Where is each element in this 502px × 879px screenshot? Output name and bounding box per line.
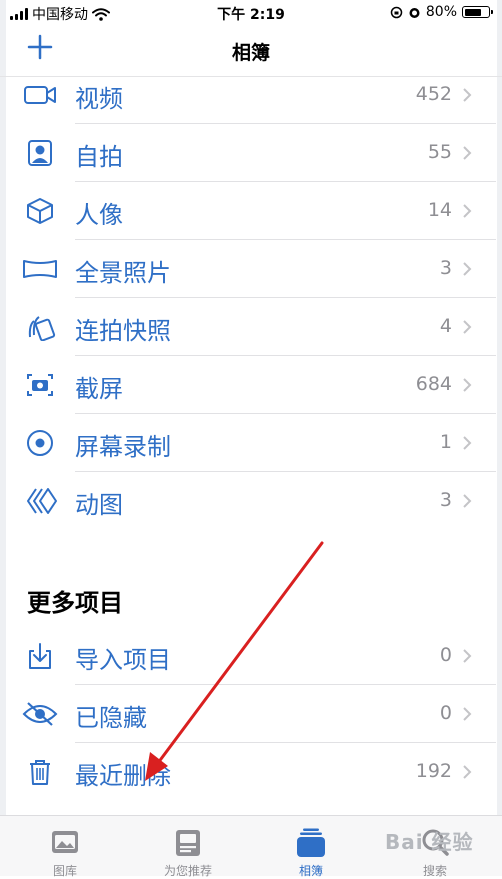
album-label: 屏幕录制 <box>75 433 171 461</box>
album-label: 已隐藏 <box>75 704 147 732</box>
album-label: 导入项目 <box>75 646 171 674</box>
screenshot-icon <box>27 374 53 396</box>
chevron-right-icon <box>463 262 472 276</box>
portrait-cube-icon <box>27 198 53 224</box>
album-row-selfie[interactable]: 自拍 55 <box>0 124 502 182</box>
alarm-icon <box>409 7 420 18</box>
watermark: Bai 经验 <box>385 830 474 854</box>
album-count: 14 <box>427 199 452 221</box>
album-count: 0 <box>439 644 452 666</box>
album-label: 全景照片 <box>75 259 171 287</box>
album-row-panorama[interactable]: 全景照片 3 <box>0 240 502 298</box>
album-label: 自拍 <box>75 143 123 171</box>
animated-icon <box>27 488 57 514</box>
status-bar: 中国移动 下午 2:19 80% <box>0 0 502 26</box>
page-title: 相簿 <box>231 42 270 64</box>
tab-label: 图库 <box>52 864 77 878</box>
chevron-right-icon <box>463 707 472 721</box>
tab-label: 为您推荐 <box>163 864 212 878</box>
album-label: 连拍快照 <box>75 317 171 345</box>
chevron-right-icon <box>463 146 472 160</box>
trash-icon <box>30 760 50 785</box>
album-row-video[interactable]: 视频 452 <box>0 66 502 124</box>
panorama-icon <box>23 260 57 278</box>
hidden-eye-icon <box>22 702 58 726</box>
battery-icon <box>462 6 493 18</box>
album-count: 3 <box>439 257 452 279</box>
album-count: 3 <box>439 489 452 511</box>
album-row-screenshot[interactable]: 截屏 684 <box>0 356 502 414</box>
album-count: 1 <box>439 431 452 453</box>
album-count: 55 <box>427 141 452 163</box>
chevron-right-icon <box>463 436 472 450</box>
media-types-list: 视频 452 自拍 55 人像 14 全景照片 3 连拍快照 4 截屏 684 … <box>0 66 502 530</box>
chevron-right-icon <box>463 320 472 334</box>
album-count: 684 <box>415 373 452 395</box>
album-count: 452 <box>415 83 452 105</box>
battery-percent: 80% <box>425 4 457 20</box>
chevron-right-icon <box>463 378 472 392</box>
tab-albums[interactable]: 相簿 <box>251 816 371 878</box>
section-title-more-items: 更多项目 <box>27 589 123 617</box>
chevron-right-icon <box>463 649 472 663</box>
screen-recording-icon <box>27 430 53 456</box>
albums-icon <box>297 828 325 857</box>
chevron-right-icon <box>463 494 472 508</box>
import-icon <box>29 643 51 669</box>
chevron-right-icon <box>463 204 472 218</box>
album-count: 192 <box>415 760 452 782</box>
tab-for-you[interactable]: 为您推荐 <box>128 816 248 878</box>
album-label: 视频 <box>75 85 123 113</box>
album-row-animated[interactable]: 动图 3 <box>0 472 502 530</box>
album-row-recently-deleted[interactable]: 最近删除 192 <box>0 743 502 801</box>
library-icon <box>52 831 78 853</box>
video-icon <box>24 86 56 104</box>
album-row-screen-recording[interactable]: 屏幕录制 1 <box>0 414 502 472</box>
chevron-right-icon <box>463 88 472 102</box>
album-label: 最近删除 <box>75 762 171 790</box>
album-count: 4 <box>439 315 452 337</box>
more-items-list: 导入项目 0 已隐藏 0 最近删除 192 <box>0 627 502 801</box>
album-row-hidden[interactable]: 已隐藏 0 <box>0 685 502 743</box>
tab-label: 搜索 <box>422 864 447 878</box>
tab-label: 相簿 <box>298 864 323 878</box>
album-label: 截屏 <box>75 375 123 403</box>
selfie-icon <box>28 140 52 166</box>
album-label: 动图 <box>75 491 123 519</box>
album-row-import[interactable]: 导入项目 0 <box>0 627 502 685</box>
chevron-right-icon <box>463 765 472 779</box>
album-row-portrait[interactable]: 人像 14 <box>0 182 502 240</box>
burst-icon <box>28 316 56 341</box>
album-row-burst[interactable]: 连拍快照 4 <box>0 298 502 356</box>
rotation-lock-icon <box>390 6 403 18</box>
album-label: 人像 <box>75 201 123 229</box>
album-count: 0 <box>439 702 452 724</box>
tab-library[interactable]: 图库 <box>5 816 125 878</box>
for-you-icon <box>176 830 200 856</box>
